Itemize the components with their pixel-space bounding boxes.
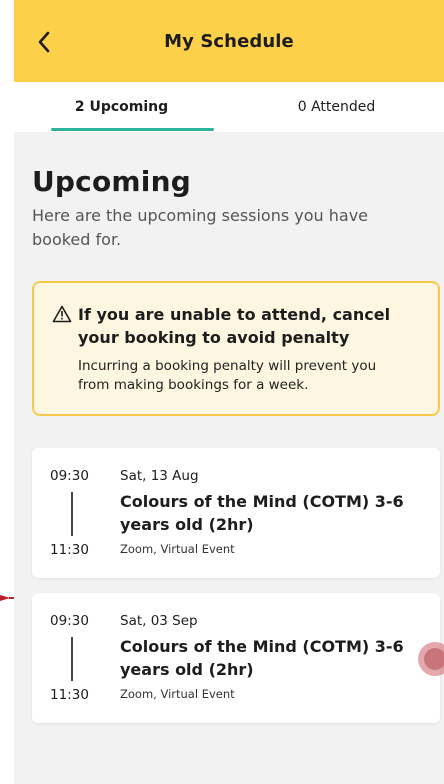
warning-body: Incurring a booking penalty will prevent… xyxy=(78,358,377,393)
session-end-time: 11:30 xyxy=(50,542,89,558)
warning-triangle-icon xyxy=(52,305,72,323)
session-date: Sat, 03 Sep xyxy=(120,613,198,629)
tab-upcoming[interactable]: 2 Upcoming xyxy=(14,82,229,132)
tab-bar: 2 Upcoming 0 Attended xyxy=(14,82,444,132)
session-location: Zoom, Virtual Event xyxy=(120,687,235,701)
session-start-time: 09:30 xyxy=(50,613,89,629)
section-title: Upcoming xyxy=(32,165,191,198)
top-bar: My Schedule xyxy=(14,0,444,82)
warning-title: If you are unable to attend, cancel your… xyxy=(78,305,391,347)
session-date: Sat, 13 Aug xyxy=(120,468,199,484)
page-title: My Schedule xyxy=(164,30,294,52)
session-time-range: 09:30 11:30 xyxy=(50,613,94,703)
app-root: My Schedule 2 Upcoming 0 Attended Upcomi… xyxy=(0,0,444,784)
session-card[interactable]: 09:30 11:30 Sat, 13 Aug Colours of the M… xyxy=(32,448,440,578)
tab-attended[interactable]: 0 Attended xyxy=(229,82,444,132)
back-button[interactable] xyxy=(24,22,64,62)
session-location: Zoom, Virtual Event xyxy=(120,542,235,556)
time-divider-line xyxy=(71,637,73,681)
touch-indicator-core xyxy=(424,648,444,670)
section-subtitle: Here are the upcoming sessions you have … xyxy=(32,206,369,249)
session-time-range: 09:30 11:30 xyxy=(50,468,94,558)
session-title: Colours of the Mind (COTM) 3-6 years old… xyxy=(120,492,404,534)
back-arrow-icon xyxy=(38,31,50,53)
session-card[interactable]: 09:30 11:30 Sat, 03 Sep Colours of the M… xyxy=(32,593,440,723)
screen: My Schedule 2 Upcoming 0 Attended Upcomi… xyxy=(14,0,444,784)
penalty-warning-box: If you are unable to attend, cancel your… xyxy=(32,281,440,416)
time-divider-line xyxy=(71,492,73,536)
pointer-arrow-icon xyxy=(0,595,14,601)
session-start-time: 09:30 xyxy=(50,468,89,484)
session-title: Colours of the Mind (COTM) 3-6 years old… xyxy=(120,637,404,679)
session-end-time: 11:30 xyxy=(50,687,89,703)
